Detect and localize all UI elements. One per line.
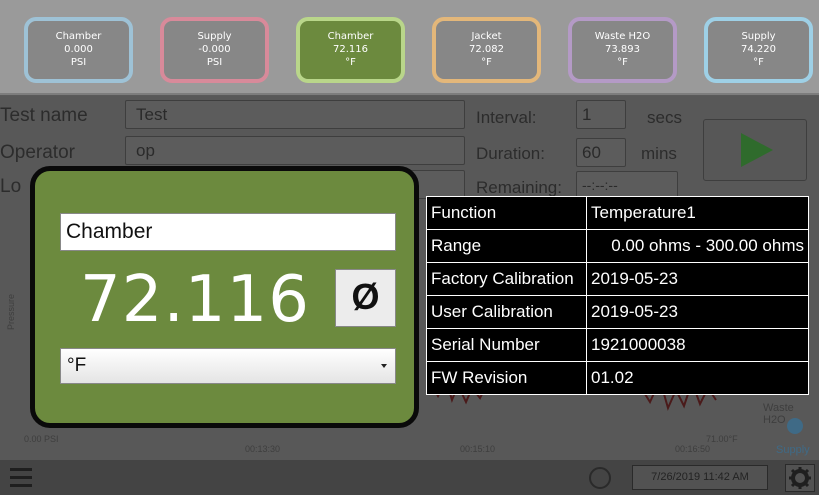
interval-unit: secs xyxy=(647,108,682,127)
sensor-tile-supply-pressure[interactable]: Supply -0.000 PSI xyxy=(160,17,269,83)
info-key: Range xyxy=(426,229,587,263)
sensor-value: -0.000 xyxy=(198,44,231,55)
sensor-value: 72.116 xyxy=(333,44,368,55)
sensor-name: Waste H2O xyxy=(594,31,651,42)
x-tick-3: 00:16:50 xyxy=(675,444,711,454)
sensor-value: 0.000 xyxy=(64,44,93,55)
chevron-down-icon xyxy=(381,364,387,368)
sensor-tile-chamber-temperature[interactable]: Chamber 72.116 °F xyxy=(296,17,405,83)
sensor-unit: PSI xyxy=(70,57,87,68)
sensor-name: Supply xyxy=(741,31,776,42)
sensor-unit: PSI xyxy=(206,57,223,68)
table-row: FW Revision 01.02 xyxy=(426,361,809,395)
right-bottom-value: 71.00°F xyxy=(706,434,738,444)
sensor-bar: Chamber 0.000 PSI Supply -0.000 PSI Cham… xyxy=(0,0,819,95)
operator-label: Operator xyxy=(0,142,75,163)
sensor-value: 74.220 xyxy=(741,44,776,55)
interval-label: Interval: xyxy=(476,108,537,127)
info-value: 1921000038 xyxy=(586,328,809,362)
bottom-bar: 7/26/2019 11:42 AM xyxy=(0,460,819,495)
sensor-detail-card: Chamber 72.116 Ø °F xyxy=(30,166,419,428)
info-key: Function xyxy=(426,196,587,230)
unit-selected-value: °F xyxy=(67,355,87,376)
info-key: FW Revision xyxy=(426,361,587,395)
sensor-unit: °F xyxy=(617,57,628,68)
info-value: 2019-05-23 xyxy=(586,295,809,329)
info-key: User Calibration xyxy=(426,295,587,329)
start-button[interactable] xyxy=(703,119,807,181)
test-name-label: Test name xyxy=(0,105,88,126)
sensor-unit: °F xyxy=(345,57,356,68)
sensor-reading: 72.116 xyxy=(80,263,310,337)
interval-input[interactable]: 1 xyxy=(576,100,626,129)
sensor-name: Jacket xyxy=(471,31,502,42)
sensor-tile-chamber-pressure[interactable]: Chamber 0.000 PSI xyxy=(24,17,133,83)
duration-label: Duration: xyxy=(476,144,545,163)
x-tick-1: 00:13:30 xyxy=(245,444,281,454)
duration-unit: mins xyxy=(641,144,677,163)
info-value: Temperature1 xyxy=(586,196,809,230)
info-value: 01.02 xyxy=(586,361,809,395)
info-key: Factory Calibration xyxy=(426,262,587,296)
x-tick-2: 00:15:10 xyxy=(460,444,496,454)
play-icon xyxy=(741,133,773,167)
table-row: User Calibration 2019-05-23 xyxy=(426,295,809,329)
info-value: 0.00 ohms - 300.00 ohms xyxy=(586,229,809,263)
sensor-unit: °F xyxy=(481,57,492,68)
sensor-value: 72.082 xyxy=(469,44,504,55)
info-key: Serial Number xyxy=(426,328,587,362)
y-axis-label: Pressure xyxy=(6,293,16,330)
sensor-tile-jacket-temperature[interactable]: Jacket 72.082 °F xyxy=(432,17,541,83)
zero-button[interactable]: Ø xyxy=(335,269,396,327)
sensor-name: Chamber xyxy=(327,31,374,42)
table-row: Factory Calibration 2019-05-23 xyxy=(426,262,809,296)
info-value: 2019-05-23 xyxy=(586,262,809,296)
sensor-name-input[interactable]: Chamber xyxy=(60,213,396,251)
datetime-display[interactable]: 7/26/2019 11:42 AM xyxy=(632,465,768,490)
operator-input[interactable]: op xyxy=(125,136,465,165)
table-row: Serial Number 1921000038 xyxy=(426,328,809,362)
gear-icon xyxy=(789,467,811,489)
table-row: Range 0.00 ohms - 300.00 ohms xyxy=(426,229,809,263)
hamburger-icon[interactable] xyxy=(10,468,32,488)
unit-select[interactable]: °F xyxy=(60,348,396,384)
sensor-info-table: Function Temperature1 Range 0.00 ohms - 30… xyxy=(426,196,809,395)
sensor-name: Supply xyxy=(197,31,232,42)
legend-waste-h2o: Waste H2O xyxy=(763,402,794,426)
sensor-name: Chamber xyxy=(55,31,102,42)
status-indicator xyxy=(589,467,611,489)
remaining-label: Remaining: xyxy=(476,178,562,197)
sensor-value: 73.893 xyxy=(605,44,640,55)
left-bottom-value: 0.00 PSI xyxy=(24,434,59,444)
test-name-input[interactable]: Test xyxy=(125,100,465,129)
location-label: Lo xyxy=(0,176,22,197)
legend-supply: Supply xyxy=(776,444,810,456)
duration-input[interactable]: 60 xyxy=(576,138,626,167)
remaining-display: --:--:-- xyxy=(576,171,678,199)
table-row: Function Temperature1 xyxy=(426,196,809,230)
sensor-tile-supply-temperature[interactable]: Supply 74.220 °F xyxy=(704,17,813,83)
sensor-unit: °F xyxy=(753,57,764,68)
settings-button[interactable] xyxy=(785,464,815,492)
sensor-tile-waste-h2o-temperature[interactable]: Waste H2O 73.893 °F xyxy=(568,17,677,83)
